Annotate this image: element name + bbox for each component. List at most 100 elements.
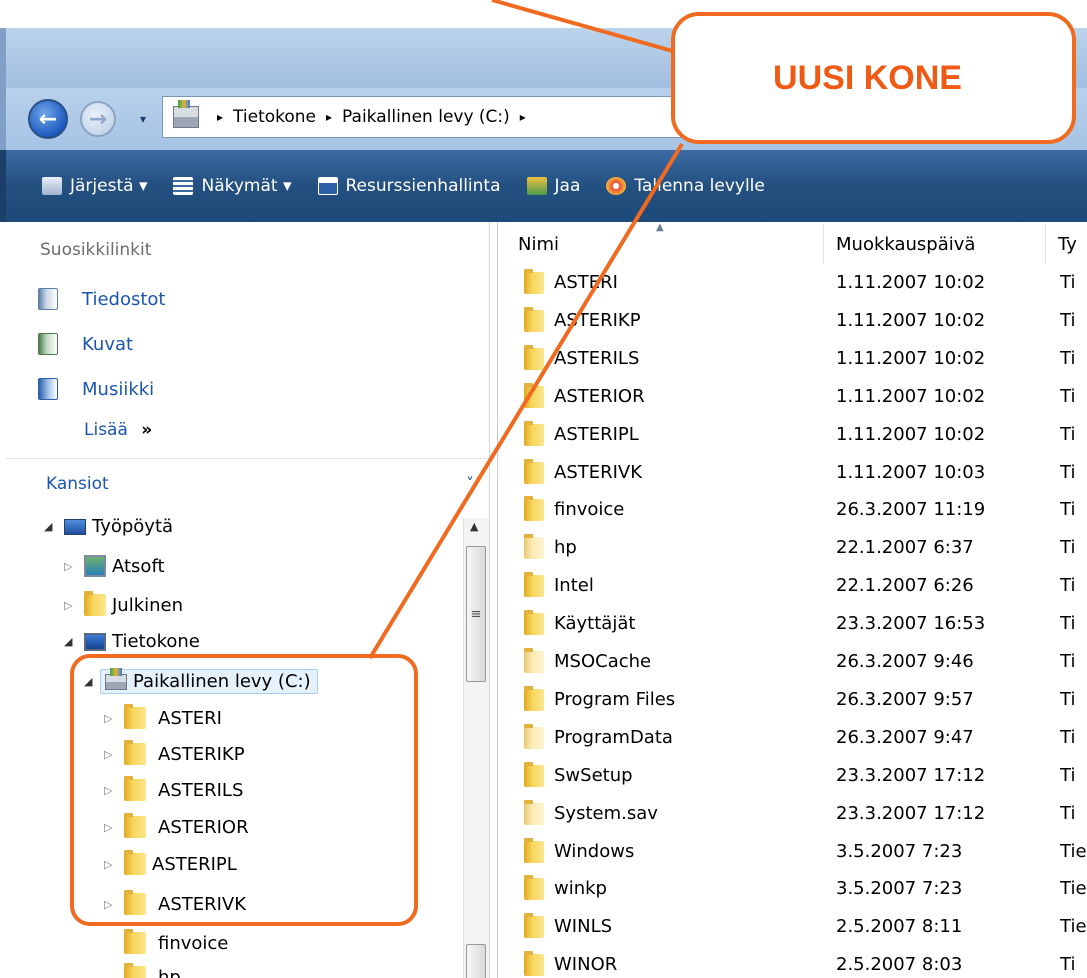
file-date-modified: 1.11.2007 10:02 [836,347,986,369]
tree-item-label: Työpöytä [92,516,174,537]
file-row[interactable]: MSOCache 26.3.2007 9:46 Ti [508,643,1087,681]
address-bar[interactable]: ▸ Tietokone ▸ Paikallinen levy (C:) ▸ [162,96,682,138]
favorite-link-documents[interactable]: Tiedostot [38,288,165,310]
column-header-name[interactable]: Nimi [508,224,824,264]
file-row[interactable]: ProgramData 26.3.2007 9:47 Ti [508,719,1087,757]
file-row[interactable]: WINLS 2.5.2007 8:11 Tie [508,908,1087,946]
breadcrumb-tietokone[interactable]: Tietokone [233,107,316,127]
file-name: ProgramData [554,726,673,748]
file-type: Ti [1060,726,1076,748]
views-button[interactable]: Näkymät ▾ [173,176,292,196]
favorite-link-label: Musiikki [82,378,155,400]
file-row[interactable]: Windows 3.5.2007 7:23 Tie [508,833,1087,871]
folder-icon [84,591,106,616]
scrollbar-thumb[interactable]: ≡ [466,546,486,682]
file-name: WINLS [554,916,613,938]
collapse-chevron-icon[interactable]: ˅ [466,474,474,493]
file-row[interactable]: ASTERIVK 1.11.2007 10:03 Ti [508,454,1087,492]
file-type: Ti [1060,802,1076,824]
file-row[interactable]: Program Files 26.3.2007 9:57 Ti [508,681,1087,719]
file-name: MSOCache [554,651,652,672]
tree-expand-icon[interactable]: ▷ [64,560,80,573]
file-date-modified: 3.5.2007 7:23 [836,840,963,862]
recent-pages-dropdown[interactable]: ▾ [140,112,146,126]
file-name: Program Files [554,688,676,710]
tree-item-finvoice[interactable]: finvoice [104,929,228,954]
file-name: ASTERIOR [554,385,645,407]
tree-item-atsoft[interactable]: ▷ Atsoft [64,555,165,577]
forward-button[interactable]: → [80,101,116,137]
organize-icon [42,177,62,195]
file-row[interactable]: ASTERIPL 1.11.2007 10:02 Ti [508,416,1087,454]
folder-icon [524,648,544,673]
views-icon [173,177,194,195]
breadcrumb-separator[interactable]: ▸ [326,110,332,124]
tree-expand-icon[interactable]: ▷ [64,599,80,612]
file-type: Ti [1060,347,1076,369]
explorer-button[interactable]: Resurssienhallinta [317,176,501,196]
file-date-modified: 1.11.2007 10:02 [836,309,986,331]
share-button[interactable]: Jaa [526,176,580,196]
column-header-type[interactable]: Ty [1048,224,1087,264]
tree-item-hp[interactable]: hp [104,963,181,978]
file-type: Ti [1060,688,1076,710]
music-icon [38,378,58,400]
file-row[interactable]: finvoice 26.3.2007 11:19 Ti [508,491,1087,529]
file-row[interactable]: hp 22.1.2007 6:37 Ti [508,529,1087,567]
callout-box: UUSI KONE [671,12,1076,144]
file-type: Ti [1060,575,1076,597]
tree-item-public[interactable]: ▷ Julkinen [64,591,183,616]
tree-item-desktop[interactable]: ◢ Työpöytä [44,516,173,537]
file-row[interactable]: SwSetup 23.3.2007 17:12 Ti [508,757,1087,795]
folder-icon [524,420,544,446]
forward-arrow-icon: → [88,106,108,132]
organize-button[interactable]: Järjestä ▾ [42,176,147,196]
file-type: Ti [1060,764,1076,786]
breadcrumb-local-disk[interactable]: Paikallinen levy (C:) [342,107,510,127]
favorite-link-pictures[interactable]: Kuvat [38,333,133,355]
folder-icon [524,761,544,787]
tree-expand-icon[interactable]: ◢ [44,520,60,533]
file-row[interactable]: ASTERI 1.11.2007 10:02 Ti [508,264,1087,302]
file-date-modified: 2.5.2007 8:11 [836,916,963,938]
file-row[interactable]: ASTERILS 1.11.2007 10:02 Ti [508,340,1087,378]
file-name: Intel [554,575,594,597]
file-row[interactable]: ASTERIOR 1.11.2007 10:02 Ti [508,378,1087,416]
more-links[interactable]: Lisää » [84,420,152,440]
file-row[interactable]: System.sav 23.3.2007 17:12 Ti [508,795,1087,833]
file-row[interactable]: WINOR 2.5.2007 8:03 Ti [508,946,1087,978]
highlight-box [70,654,418,926]
file-name: ASTERILS [554,347,640,369]
folder-icon [524,572,544,598]
file-row[interactable]: winkp 3.5.2007 7:23 Tie [508,870,1087,908]
file-date-modified: 26.3.2007 9:46 [836,651,974,672]
file-row[interactable]: Intel 22.1.2007 6:26 Ti [508,567,1087,605]
folders-header[interactable]: Kansiot [46,474,109,494]
tree-item-computer[interactable]: ◢ Tietokone [64,631,200,652]
file-name: finvoice [554,499,625,521]
explorer-label: Resurssienhallinta [345,176,501,196]
burn-icon [606,177,627,195]
file-row[interactable]: Käyttäjät 23.3.2007 16:53 Ti [508,605,1087,643]
scroll-up-icon[interactable]: ▲ [470,520,478,533]
breadcrumb-separator[interactable]: ▸ [217,110,223,124]
file-name: ASTERIKP [554,309,641,331]
file-date-modified: 26.3.2007 9:47 [836,726,974,748]
tree-expand-icon[interactable]: ◢ [64,635,80,648]
file-type: Tie [1060,878,1087,900]
scrollbar-track-segment[interactable] [466,944,486,978]
file-type: Ti [1060,537,1076,559]
file-row[interactable]: ASTERIKP 1.11.2007 10:02 Ti [508,302,1087,340]
breadcrumb-separator[interactable]: ▸ [520,110,526,124]
file-date-modified: 22.1.2007 6:26 [836,575,974,597]
folder-icon [524,913,544,939]
command-toolbar: Järjestä ▾ Näkymät ▾ Resurssienhallinta … [0,150,1087,222]
back-button[interactable]: ← [28,99,68,139]
file-date-modified: 1.11.2007 10:03 [836,461,986,483]
folder-icon [524,837,544,863]
favorite-link-music[interactable]: Musiikki [38,378,154,400]
atsoft-icon [84,555,106,577]
column-header-date-modified[interactable]: Muokkauspäivä [826,224,1046,264]
burn-button[interactable]: Tallenna levylle [606,176,765,196]
file-name: ASTERIPL [554,423,639,445]
